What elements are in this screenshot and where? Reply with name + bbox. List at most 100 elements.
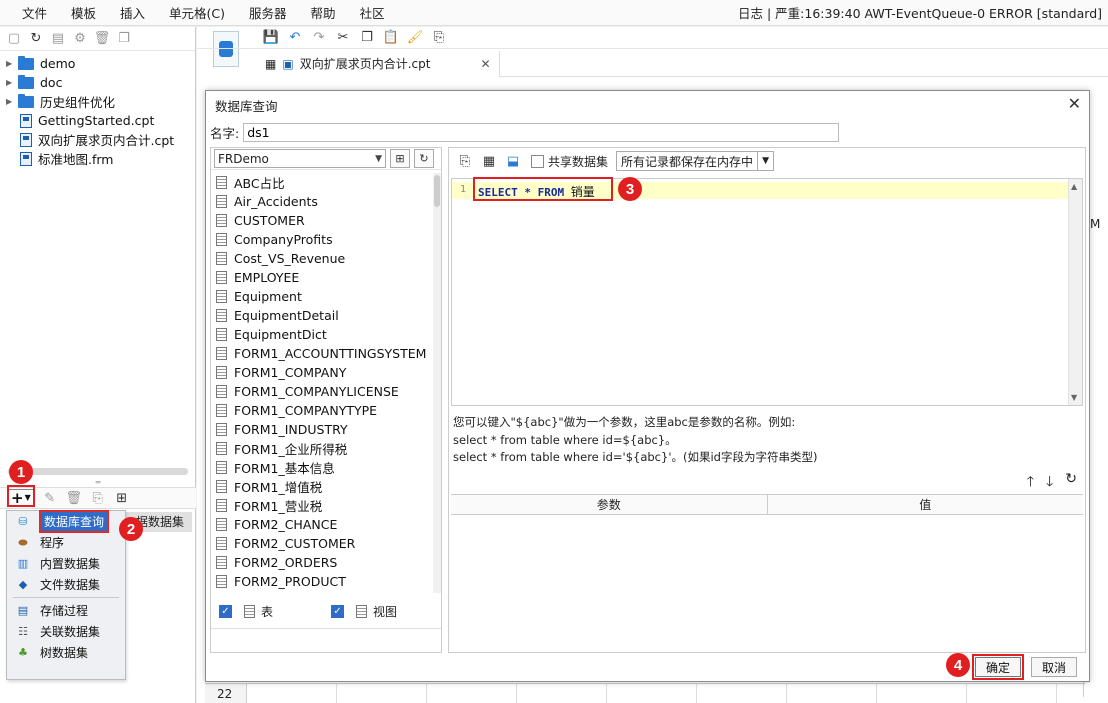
log-status[interactable]: 日志 | 严重:16:39:40 AWT-EventQueue-0 ERROR …	[738, 3, 1108, 22]
menu-server[interactable]: 服务器	[237, 3, 299, 22]
chevron-up-icon[interactable]: ▲	[1071, 182, 1077, 191]
cut-icon[interactable]: ✂	[335, 30, 351, 46]
format-painter-icon[interactable]: 🖌	[407, 30, 424, 46]
tree-horizontal-scrollbar[interactable]	[8, 468, 188, 475]
close-icon[interactable]: ✕	[480, 57, 490, 71]
sheet-cell[interactable]	[787, 684, 877, 703]
menu-cell[interactable]: 单元格(C)	[157, 3, 237, 22]
table-item[interactable]: FORM1_INDUSTRY	[213, 420, 431, 439]
tree-folder-doc[interactable]: ▶ doc	[0, 73, 195, 92]
sheet-cell[interactable]	[697, 684, 787, 703]
sheet-cell[interactable]	[517, 684, 607, 703]
table-item[interactable]: FORM2_CHANCE	[213, 515, 431, 534]
table-item[interactable]: EMPLOYEE	[213, 268, 431, 287]
table-item[interactable]: FORM1_COMPANYLICENSE	[213, 382, 431, 401]
tab-bidirectional[interactable]: ▦ ▣ 双向扩展求页内合计.cpt ✕	[257, 50, 500, 77]
menu-insert[interactable]: 插入	[108, 3, 157, 22]
tree-file-bidirectional[interactable]: 双向扩展求页内合计.cpt	[0, 130, 195, 149]
preview-icon[interactable]: ⎘	[90, 490, 106, 506]
sheet-cell[interactable]	[607, 684, 697, 703]
undo-icon[interactable]: ↶	[287, 30, 303, 46]
move-down-icon[interactable]: 🡓	[1046, 471, 1053, 495]
new-folder-icon[interactable]: ▢	[6, 31, 22, 47]
cpt-file-icon	[20, 113, 32, 128]
refresh-button[interactable]: ↻	[414, 149, 434, 168]
table-item[interactable]: FORM1_ACCOUNTTINGSYSTEM	[213, 344, 431, 363]
show-tables-checkbox[interactable]: ✓	[219, 605, 232, 618]
sheet-cell[interactable]	[247, 684, 337, 703]
paste-icon[interactable]: 📋	[383, 30, 399, 46]
connection-preview-button[interactable]: ⊞	[390, 149, 410, 168]
parameter-icon[interactable]: ⬓	[505, 153, 521, 169]
chevron-down-icon[interactable]: ▼	[1071, 393, 1077, 402]
dataset-name-input[interactable]	[243, 123, 840, 142]
sheet-cell[interactable]	[967, 684, 1057, 703]
table-item[interactable]: FORM1_增值税	[213, 477, 431, 496]
refresh-icon[interactable]: ↻	[28, 31, 44, 47]
expand-arrow-icon[interactable]: ▶	[6, 78, 18, 87]
dataset-preview-icon[interactable]: ⊞	[114, 490, 130, 506]
table-item[interactable]: FORM1_基本信息	[213, 458, 431, 477]
menu-item-stored-proc[interactable]: ▤ 存储过程	[7, 600, 125, 621]
table-item[interactable]: Equipment	[213, 287, 431, 306]
menu-item-tree[interactable]: ♣ 树数据集	[7, 642, 125, 663]
connection-select[interactable]: FRDemo ▼	[214, 149, 386, 168]
sheet-cell[interactable]	[427, 684, 517, 703]
template-icon[interactable]: ▤	[50, 31, 66, 47]
sql-editor[interactable]: 1 SELECT * FROM 销量 ▲ ▼	[451, 178, 1083, 406]
table-item[interactable]: FORM2_PRODUCT	[213, 572, 431, 591]
move-up-icon[interactable]: 🡑	[1027, 471, 1034, 495]
table-list-scrollbar[interactable]	[433, 173, 441, 593]
table-item[interactable]: FORM1_营业税	[213, 496, 431, 515]
table-item[interactable]: EquipmentDetail	[213, 306, 431, 325]
tree-file-map[interactable]: 标准地图.frm	[0, 149, 195, 168]
settings-icon[interactable]: ⚙	[72, 31, 88, 47]
menu-item-program[interactable]: ⬬ 程序	[7, 532, 125, 553]
menu-item-db-query[interactable]: ⛁ 数据库查询	[7, 510, 125, 533]
menu-item-related[interactable]: ☷ 关联数据集	[7, 621, 125, 642]
menu-item-builtin[interactable]: ▥ 内置数据集	[7, 553, 125, 574]
table-item[interactable]: FORM2_ORDERS	[213, 553, 431, 572]
close-icon[interactable]: ✕	[1068, 96, 1081, 112]
table-item[interactable]: Air_Accidents	[213, 192, 431, 211]
table-item[interactable]: CompanyProfits	[213, 230, 431, 249]
sheet-cell[interactable]	[877, 684, 967, 703]
copy-icon[interactable]: ❐	[116, 31, 132, 47]
sheet-cell[interactable]	[337, 684, 427, 703]
delete-icon[interactable]: 🗑	[94, 31, 111, 47]
delete-icon[interactable]: 🗑	[65, 490, 82, 506]
menu-template[interactable]: 模板	[59, 3, 108, 22]
table-item[interactable]: ABC占比	[213, 173, 431, 192]
table-item[interactable]: FORM2_CUSTOMER	[213, 534, 431, 553]
preview-icon[interactable]: ⎘	[457, 153, 473, 169]
menu-file[interactable]: 文件	[0, 3, 59, 22]
editor-scrollbar[interactable]: ▲ ▼	[1068, 179, 1082, 405]
table-item[interactable]: CUSTOMER	[213, 211, 431, 230]
expand-arrow-icon[interactable]: ▶	[6, 59, 18, 68]
expand-arrow-icon[interactable]: ▶	[6, 97, 18, 106]
tree-folder-history[interactable]: ▶ 历史组件优化	[0, 92, 195, 111]
menu-community[interactable]: 社区	[348, 3, 397, 22]
show-views-checkbox[interactable]: ✓	[331, 605, 345, 618]
ok-button[interactable]: 确定	[972, 654, 1024, 680]
tree-file-gettingstarted[interactable]: GettingStarted.cpt	[0, 111, 195, 130]
menu-help[interactable]: 帮助	[299, 3, 348, 22]
scrollbar-thumb[interactable]	[434, 175, 440, 207]
copy-icon[interactable]: ❐	[359, 30, 375, 46]
table-item[interactable]: FORM1_企业所得税	[213, 439, 431, 458]
sql-template-icon[interactable]: ▦	[481, 153, 497, 169]
table-item[interactable]: EquipmentDict	[213, 325, 431, 344]
table-item[interactable]: Cost_VS_Revenue	[213, 249, 431, 268]
edit-icon[interactable]: ✎	[42, 490, 58, 506]
tree-folder-demo[interactable]: ▶ demo	[0, 54, 195, 73]
save-icon[interactable]: 💾	[263, 30, 279, 46]
preview-icon[interactable]: ⎘	[431, 30, 447, 46]
menu-item-file[interactable]: ◆ 文件数据集	[7, 574, 125, 595]
table-item[interactable]: FORM1_COMPANY	[213, 363, 431, 382]
storage-select[interactable]: 所有记录都保存在内存中 ▼	[616, 151, 775, 171]
redo-icon[interactable]: ↷	[311, 30, 327, 46]
share-dataset-checkbox[interactable]	[531, 154, 544, 168]
cancel-button[interactable]: 取消	[1031, 657, 1077, 677]
refresh-icon[interactable]: ↻	[1065, 471, 1077, 495]
table-item[interactable]: FORM1_COMPANYTYPE	[213, 401, 431, 420]
